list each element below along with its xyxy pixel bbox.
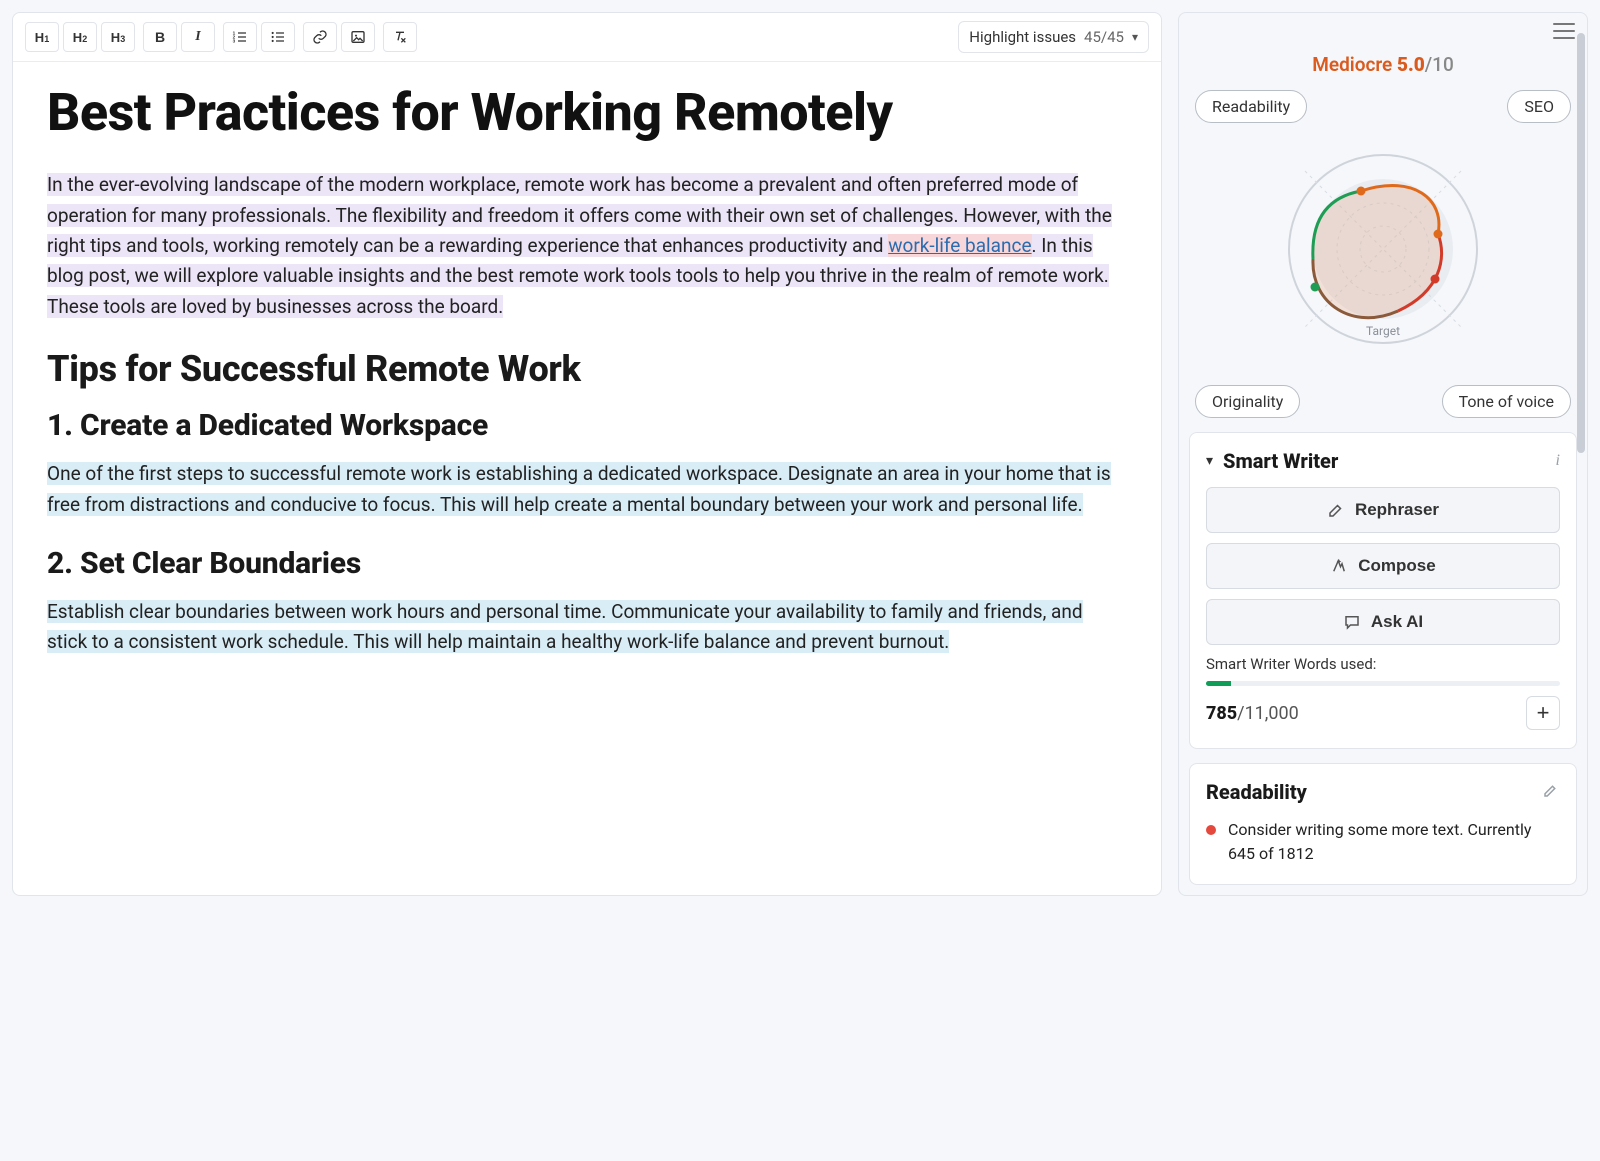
ordered-list-icon: 123 — [232, 29, 248, 45]
words-used-count: 785/11,000 — [1206, 703, 1299, 724]
compose-button[interactable]: Compose — [1206, 543, 1560, 589]
heading2-button[interactable]: H2 — [63, 22, 97, 52]
highlight-issues-toggle[interactable]: Highlight issues 45/45 ▾ — [958, 21, 1149, 53]
collapse-icon[interactable]: ▾ — [1206, 453, 1213, 469]
radar-target-label: Target — [1366, 324, 1400, 338]
h3-workspace[interactable]: 1. Create a Dedicated Workspace — [47, 408, 1127, 443]
quality-score: Mediocre 5.0/10 — [1189, 53, 1577, 76]
link-button[interactable] — [303, 22, 337, 52]
readability-card: Readability Consider writing some more t… — [1189, 763, 1577, 885]
readability-issue[interactable]: Consider writing some more text. Current… — [1206, 818, 1560, 866]
compose-icon — [1330, 557, 1348, 575]
document-title[interactable]: Best Practices for Working Remotely — [47, 84, 1127, 142]
pill-tone[interactable]: Tone of voice — [1442, 385, 1571, 418]
clear-format-button[interactable] — [383, 22, 417, 52]
edit-icon[interactable] — [1542, 781, 1560, 803]
chat-icon — [1343, 613, 1361, 631]
toolbar: H1 H2 H3 B I 123 — [13, 13, 1161, 62]
unordered-list-button[interactable] — [261, 22, 295, 52]
image-button[interactable] — [341, 22, 375, 52]
words-used-label: Smart Writer Words used: — [1206, 655, 1560, 673]
paragraph-boundaries[interactable]: Establish clear boundaries between work … — [47, 597, 1127, 658]
pill-originality[interactable]: Originality — [1195, 385, 1300, 418]
highlight-label: Highlight issues — [969, 28, 1076, 46]
heading3-button[interactable]: H3 — [101, 22, 135, 52]
highlight-count: 45/45 — [1084, 28, 1124, 46]
intro-paragraph[interactable]: In the ever-evolving landscape of the mo… — [47, 170, 1127, 322]
work-life-balance-link[interactable]: work-life balance — [888, 234, 1031, 257]
readability-title: Readability — [1206, 780, 1307, 804]
rephraser-button[interactable]: Rephraser — [1206, 487, 1560, 533]
pill-readability[interactable]: Readability — [1195, 90, 1307, 123]
info-icon[interactable]: i — [1556, 452, 1560, 470]
h3-boundaries[interactable]: 2. Set Clear Boundaries — [47, 546, 1127, 581]
clear-format-icon — [392, 29, 408, 45]
unordered-list-icon — [270, 29, 286, 45]
side-panel: Mediocre 5.0/10 Readability SEO — [1178, 12, 1588, 896]
error-dot-icon — [1206, 825, 1216, 835]
rephraser-icon — [1327, 501, 1345, 519]
heading1-button[interactable]: H1 — [25, 22, 59, 52]
scrollbar[interactable] — [1577, 23, 1585, 885]
ordered-list-button[interactable]: 123 — [223, 22, 257, 52]
words-used-bar — [1206, 681, 1560, 686]
paragraph-workspace[interactable]: One of the first steps to successful rem… — [47, 459, 1127, 520]
editor-panel: H1 H2 H3 B I 123 — [12, 12, 1162, 896]
smart-writer-title: Smart Writer — [1223, 449, 1546, 473]
radar-chart: Target — [1189, 137, 1577, 371]
bold-button[interactable]: B — [143, 22, 177, 52]
chevron-down-icon: ▾ — [1132, 30, 1138, 44]
smart-writer-card: ▾ Smart Writer i Rephraser Compose Ask A… — [1189, 432, 1577, 749]
svg-text:3: 3 — [233, 38, 236, 43]
pill-seo[interactable]: SEO — [1507, 90, 1571, 123]
italic-button[interactable]: I — [181, 22, 215, 52]
ask-ai-button[interactable]: Ask AI — [1206, 599, 1560, 645]
menu-icon[interactable] — [1553, 23, 1575, 39]
h2-tips[interactable]: Tips for Successful Remote Work — [47, 348, 1127, 390]
editor-content[interactable]: Best Practices for Working Remotely In t… — [13, 62, 1161, 724]
image-icon — [350, 29, 366, 45]
link-icon — [312, 29, 328, 45]
add-words-button[interactable]: + — [1526, 696, 1560, 730]
